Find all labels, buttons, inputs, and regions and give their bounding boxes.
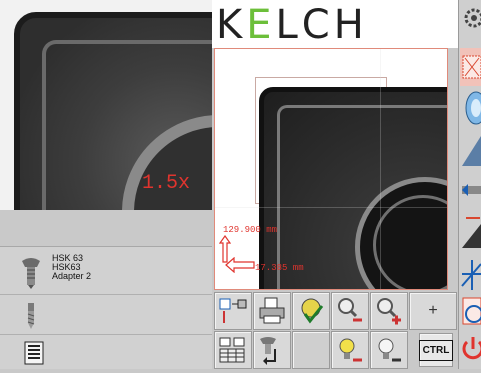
print-button[interactable] xyxy=(253,292,291,330)
confirm-button[interactable] xyxy=(292,292,330,330)
right-camera-view[interactable]: 129.900 mm 17.385 mm xyxy=(214,48,448,290)
camera-select-icon xyxy=(219,298,247,323)
spindle-move-button[interactable] xyxy=(253,331,291,369)
light-up-icon xyxy=(378,338,401,362)
tool-description: HSK 63 HSK63 Adapter 2 xyxy=(52,254,91,281)
spindle-icon xyxy=(22,258,40,289)
camera-select-button[interactable] xyxy=(214,292,252,330)
right-tool-strip xyxy=(458,0,481,369)
light-down-icon xyxy=(339,338,362,362)
angle-measure-button[interactable] xyxy=(460,214,481,254)
ctrl-label: CTRL xyxy=(418,339,454,361)
angle-measure-icon xyxy=(462,217,481,248)
light-up-button[interactable] xyxy=(370,331,408,369)
kelch-logo: KELCH xyxy=(216,2,368,48)
crosshair-vertical xyxy=(380,49,381,289)
check-icon xyxy=(301,298,324,324)
logo-k: K xyxy=(216,2,247,48)
zoom-label: 1.5x xyxy=(142,172,191,195)
crosshair-icon xyxy=(462,55,481,79)
grid-measure-icon xyxy=(461,260,481,290)
zoom-out-icon xyxy=(338,298,362,322)
length-measure-button[interactable] xyxy=(460,172,481,212)
length-measure-icon xyxy=(462,184,481,196)
printer-icon xyxy=(259,297,285,324)
spindle-move-icon xyxy=(260,337,276,365)
settings-button[interactable] xyxy=(460,2,481,46)
tool-row-drill[interactable] xyxy=(0,294,212,334)
logo-accent: E xyxy=(246,2,276,48)
list-icon xyxy=(24,341,44,365)
measure-y-value: 129.900 mm xyxy=(223,225,278,235)
settings-icon xyxy=(464,8,481,28)
grid-measure-button[interactable] xyxy=(460,256,481,292)
power-icon xyxy=(462,337,481,360)
light-down-button[interactable] xyxy=(331,331,369,369)
header-logo-bar: KELCH xyxy=(212,0,458,48)
power-button[interactable] xyxy=(460,332,481,368)
zoom-out-button[interactable] xyxy=(331,292,369,330)
tool-profile-button[interactable] xyxy=(460,130,481,170)
tool-profile-icon xyxy=(462,136,481,166)
measure-x-value: 17.385 mm xyxy=(255,263,304,273)
table-icon xyxy=(219,337,245,363)
left-camera-view: 1.5x xyxy=(0,0,212,210)
add-button[interactable]: + xyxy=(409,292,457,330)
lens-icon xyxy=(465,91,481,125)
tool-info-panel[interactable]: HSK 63 HSK63 Adapter 2 xyxy=(0,246,212,294)
tool-line-3: Adapter 2 xyxy=(52,271,92,281)
left-empty-panel xyxy=(0,210,212,246)
zoom-in-button[interactable] xyxy=(370,292,408,330)
tool-row-list[interactable] xyxy=(0,334,212,369)
zoom-in-icon xyxy=(377,298,401,325)
arrow-left-icon xyxy=(225,257,255,273)
circle-measure-icon xyxy=(462,297,481,325)
empty-button xyxy=(292,331,330,369)
crosshair-button[interactable] xyxy=(460,48,481,86)
circle-measure-button[interactable] xyxy=(460,294,481,330)
ctrl-button[interactable]: CTRL xyxy=(418,333,454,367)
lens-button[interactable] xyxy=(460,88,481,128)
drill-icon xyxy=(27,303,35,329)
plus-label: + xyxy=(428,302,438,319)
table-button[interactable] xyxy=(214,331,252,369)
logo-rest: LCH xyxy=(275,2,368,48)
crosshair-horizontal xyxy=(215,207,447,208)
